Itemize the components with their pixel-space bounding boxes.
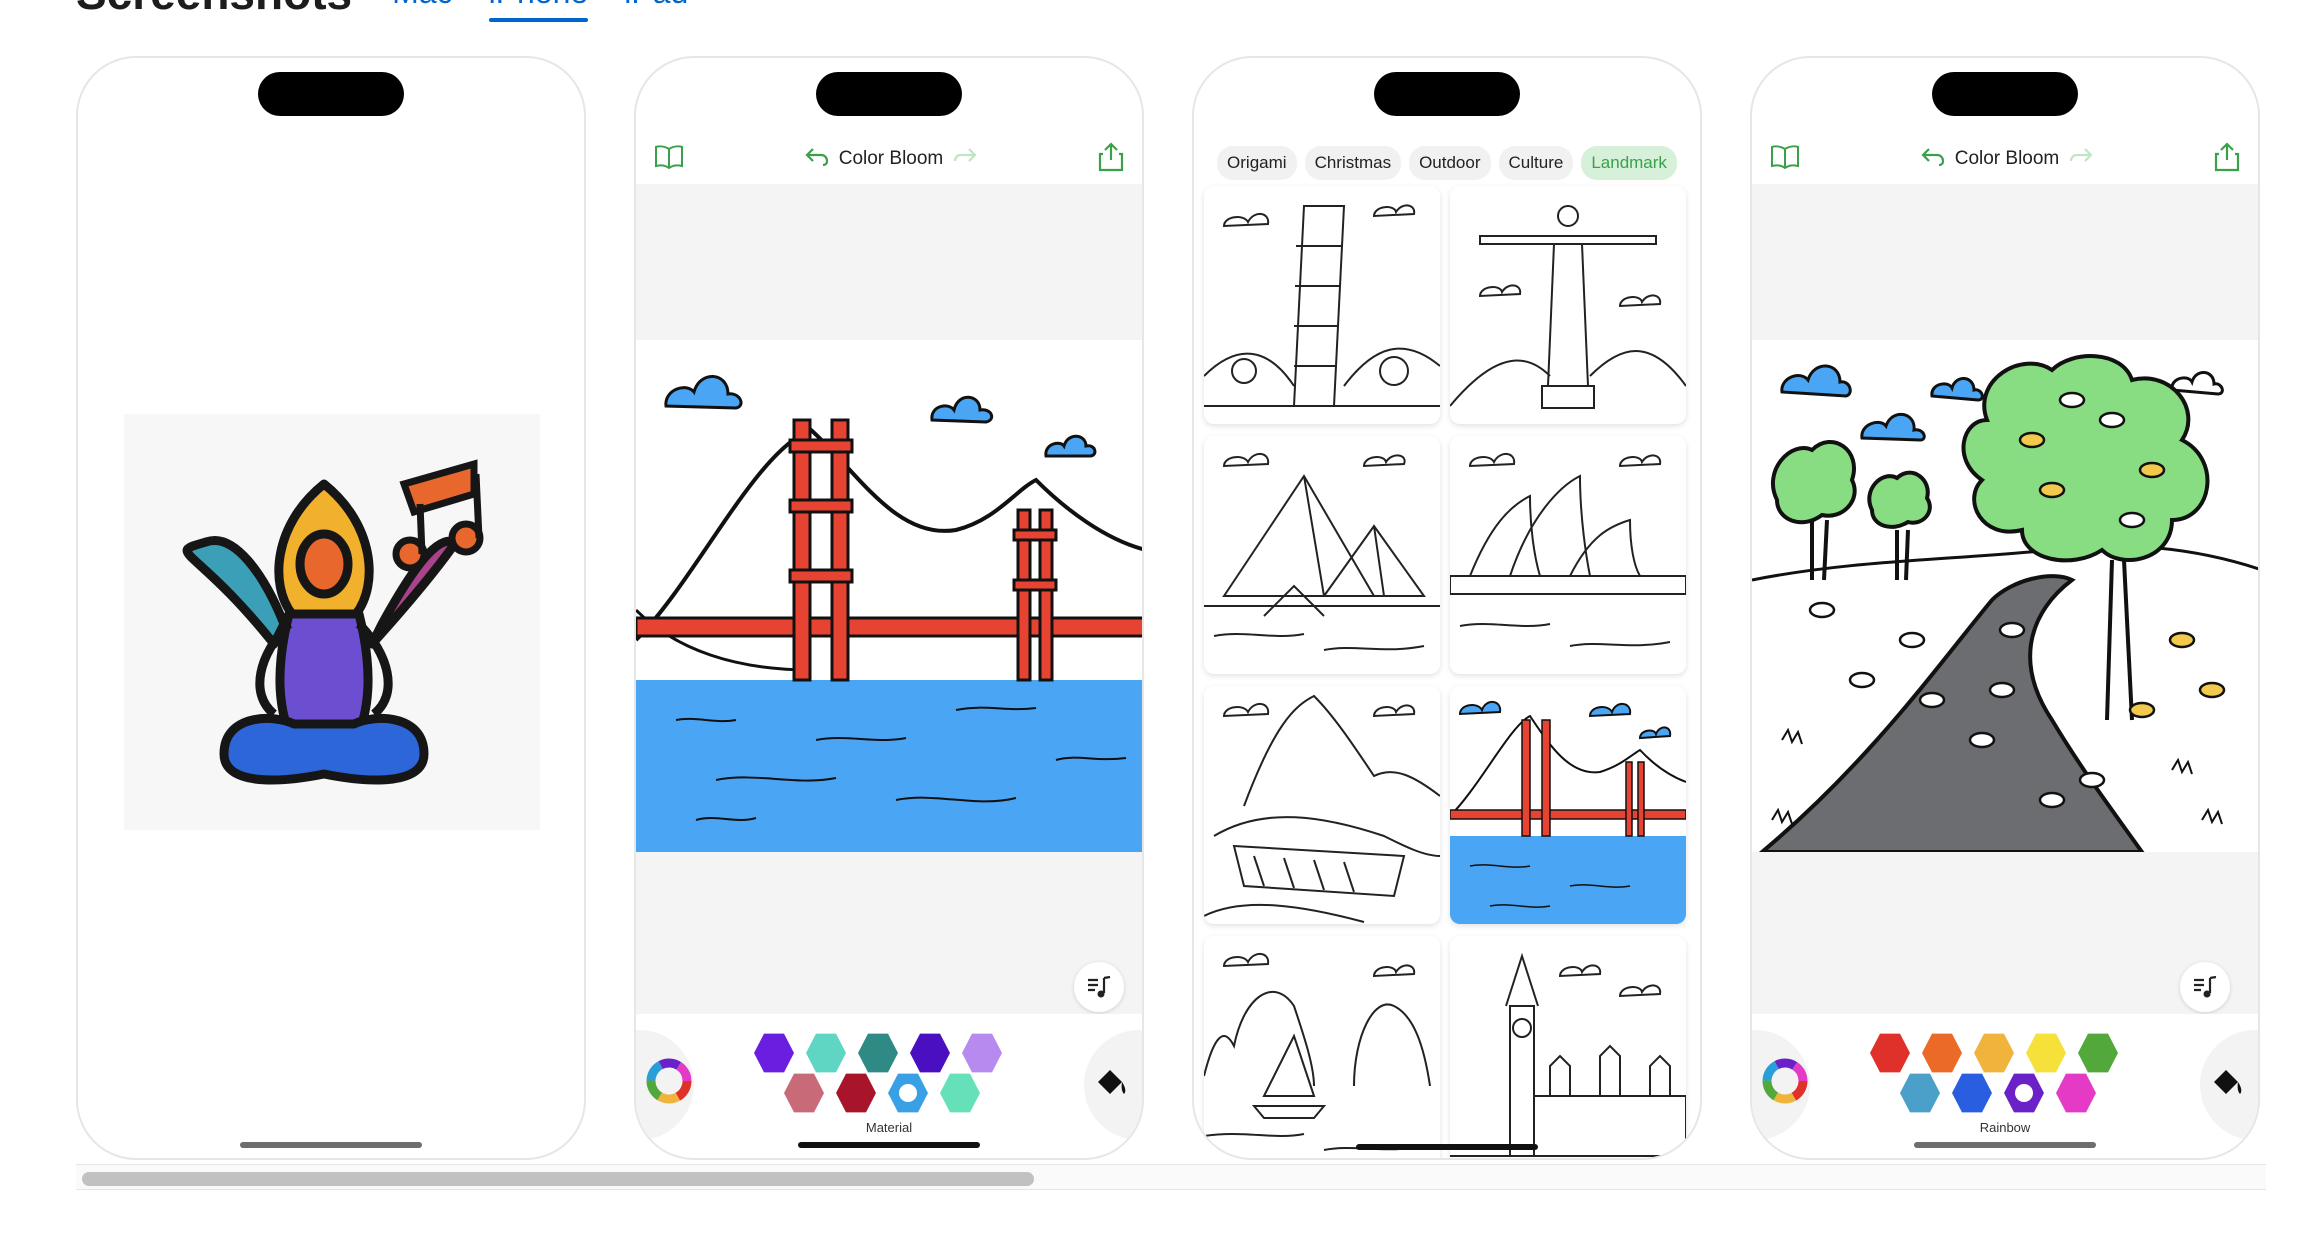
dynamic-island (1932, 72, 2078, 116)
thumb-pyramids[interactable] (1204, 436, 1440, 674)
undo-icon[interactable] (805, 145, 829, 173)
color-swatch-selected[interactable] (2004, 1073, 2044, 1113)
redo-icon[interactable] (2069, 145, 2093, 173)
screenshot-2-coloring-material[interactable]: Color Bloom Material (634, 56, 1144, 1160)
scrollbar-thumb[interactable] (82, 1172, 1034, 1186)
home-indicator (1914, 1142, 2096, 1148)
paint-bucket-icon (2214, 1070, 2242, 1094)
golden-gate-drawing (636, 375, 1142, 852)
color-swatch[interactable] (962, 1033, 1002, 1073)
book-icon[interactable] (1770, 144, 1800, 175)
horizontal-scrollbar[interactable] (76, 1164, 2266, 1190)
color-swatch-selected[interactable] (888, 1073, 928, 1113)
thumb-machu-picchu[interactable] (1204, 686, 1440, 924)
category-outdoor[interactable]: Outdoor (1409, 146, 1491, 180)
thumb-golden-gate-colored[interactable] (1450, 686, 1686, 924)
music-button[interactable] (1074, 962, 1124, 1012)
park-path-drawing (1752, 354, 2258, 852)
screenshot-3-gallery[interactable]: Origami Christmas Outdoor Culture Landma… (1192, 56, 1702, 1160)
palette-name: Rainbow (1979, 1120, 2031, 1135)
thumb-christ-redeemer[interactable] (1450, 186, 1686, 424)
palette-row-2 (784, 1072, 980, 1114)
canvas-margin-top (636, 184, 1142, 340)
coloring-canvas[interactable] (636, 340, 1142, 852)
tab-iphone[interactable]: iPhone (488, 0, 588, 22)
app-logo-frame (124, 414, 540, 830)
thumb-opera-house[interactable] (1450, 436, 1686, 674)
music-list-icon (2194, 975, 2217, 998)
music-list-icon (1088, 975, 1111, 998)
home-indicator (1356, 1144, 1538, 1150)
dynamic-island (258, 72, 404, 116)
music-button[interactable] (2180, 962, 2230, 1012)
color-swatch[interactable] (910, 1033, 950, 1073)
category-origami[interactable]: Origami (1217, 146, 1297, 180)
canvas-margin-bottom (636, 852, 1142, 1014)
tab-mac[interactable]: Mac (392, 0, 452, 16)
app-title: Color Bloom (838, 148, 944, 169)
color-wheel-icon (646, 1058, 692, 1104)
title-group: Color Bloom (805, 145, 978, 173)
meditating-fairy-logo-icon (182, 459, 484, 785)
color-wheel-icon (1762, 1058, 1808, 1104)
category-culture[interactable]: Culture (1498, 146, 1574, 180)
palette-name: Material (865, 1120, 913, 1135)
screenshot-4-coloring-rainbow[interactable]: Color Bloom Rainbow (1750, 56, 2260, 1160)
color-palette-bar: Material (636, 1014, 1142, 1154)
palette-row-1 (1870, 1032, 2118, 1074)
color-swatch[interactable] (1974, 1033, 2014, 1073)
title-group: Color Bloom (1921, 145, 2094, 173)
top-toolbar: Color Bloom (1752, 134, 2258, 184)
thumb-ha-long-bay[interactable] (1204, 936, 1440, 1158)
screenshots-header: Screenshots Mac iPhone iPad (76, 0, 724, 22)
dynamic-island (1374, 72, 1520, 116)
color-swatch[interactable] (806, 1033, 846, 1073)
top-toolbar: Color Bloom (636, 134, 1142, 184)
tab-ipad[interactable]: iPad (624, 0, 688, 16)
color-swatch[interactable] (1900, 1073, 1940, 1113)
color-swatch[interactable] (2026, 1033, 2066, 1073)
app-title: Color Bloom (1954, 148, 2060, 169)
color-swatch[interactable] (1922, 1033, 1962, 1073)
screenshot-1-splash[interactable] (76, 56, 586, 1160)
color-swatch[interactable] (858, 1033, 898, 1073)
undo-icon[interactable] (1921, 145, 1945, 173)
page: Screenshots Mac iPhone iPad (0, 0, 2312, 1234)
thumb-leaning-tower[interactable] (1204, 186, 1440, 424)
category-bar: Origami Christmas Outdoor Culture Landma… (1194, 140, 1700, 186)
category-landmark[interactable]: Landmark (1581, 146, 1677, 180)
drawing-grid (1204, 186, 1690, 1158)
paint-bucket-icon (1098, 1070, 1126, 1094)
color-swatch[interactable] (754, 1033, 794, 1073)
palette-row-2 (1900, 1072, 2096, 1114)
home-indicator (798, 1142, 980, 1148)
book-icon[interactable] (654, 144, 684, 175)
redo-icon[interactable] (953, 145, 977, 173)
thumb-big-ben[interactable] (1450, 936, 1686, 1158)
color-swatch[interactable] (1870, 1033, 1910, 1073)
color-swatch[interactable] (2078, 1033, 2118, 1073)
dynamic-island (816, 72, 962, 116)
palette-row-1 (754, 1032, 1002, 1074)
color-swatch[interactable] (2056, 1073, 2096, 1113)
section-title: Screenshots (76, 0, 352, 16)
color-palette-bar: Rainbow (1752, 1014, 2258, 1154)
category-christmas[interactable]: Christmas (1304, 146, 1402, 180)
coloring-canvas[interactable] (1752, 340, 2258, 852)
home-indicator (240, 1142, 422, 1148)
color-swatch[interactable] (784, 1073, 824, 1113)
color-swatch[interactable] (940, 1073, 980, 1113)
share-icon[interactable] (2214, 141, 2240, 177)
color-swatch[interactable] (836, 1073, 876, 1113)
color-swatch[interactable] (1952, 1073, 1992, 1113)
canvas-margin-top (1752, 184, 2258, 340)
share-icon[interactable] (1098, 141, 1124, 177)
